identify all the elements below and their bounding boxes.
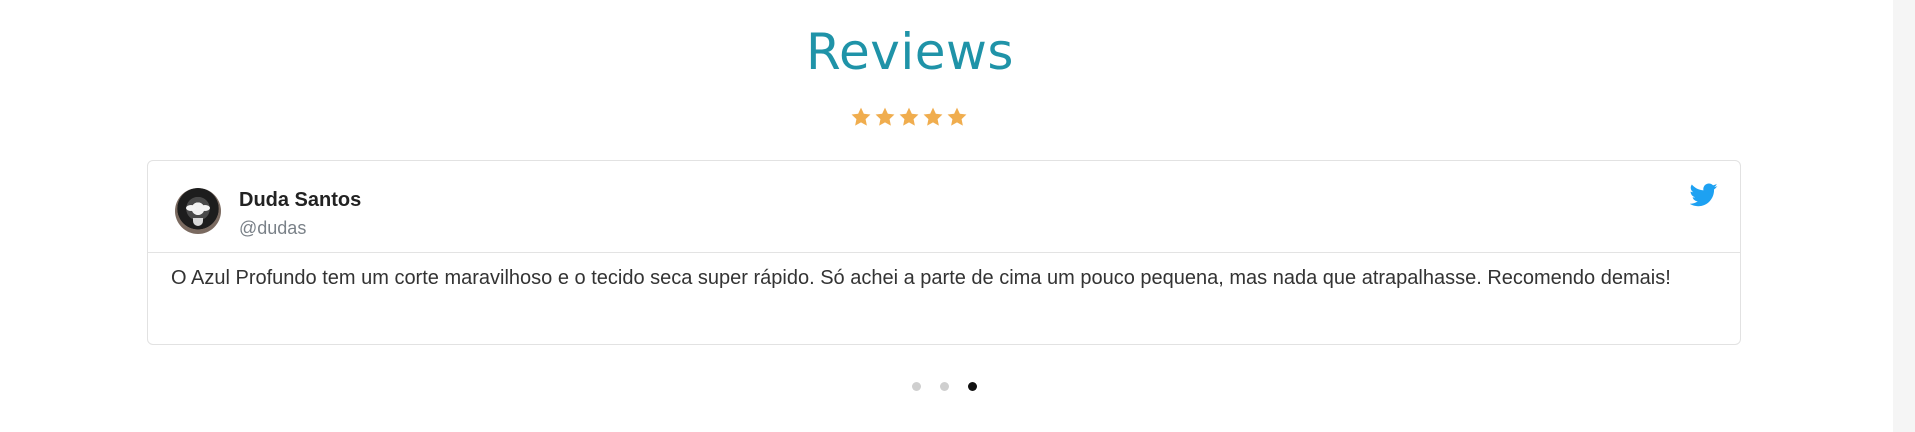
carousel-dot-2[interactable] bbox=[940, 382, 949, 391]
carousel-dot-1[interactable] bbox=[912, 382, 921, 391]
section-title: Reviews bbox=[806, 23, 1014, 81]
star-icon bbox=[850, 106, 872, 128]
author-name: Duda Santos bbox=[239, 189, 362, 211]
review-text: O Azul Profundo tem um corte maravilhoso… bbox=[171, 267, 1671, 289]
star-icon bbox=[874, 106, 896, 128]
twitter-icon[interactable] bbox=[1690, 183, 1718, 207]
review-card: Duda Santos @dudas O Azul Profundo tem u… bbox=[147, 160, 1741, 345]
star-icon bbox=[946, 106, 968, 128]
star-icon bbox=[922, 106, 944, 128]
rating-stars bbox=[850, 106, 968, 128]
review-card-header: Duda Santos @dudas bbox=[148, 161, 1740, 253]
star-icon bbox=[898, 106, 920, 128]
carousel-dot-3[interactable] bbox=[968, 382, 977, 391]
scrollbar-track[interactable] bbox=[1893, 0, 1915, 432]
carousel-pagination bbox=[912, 382, 977, 391]
avatar bbox=[175, 188, 221, 234]
author-handle: @dudas bbox=[239, 218, 307, 238]
reviews-section: Reviews Duda Santos @dudas O Azul Profun… bbox=[0, 0, 1915, 432]
